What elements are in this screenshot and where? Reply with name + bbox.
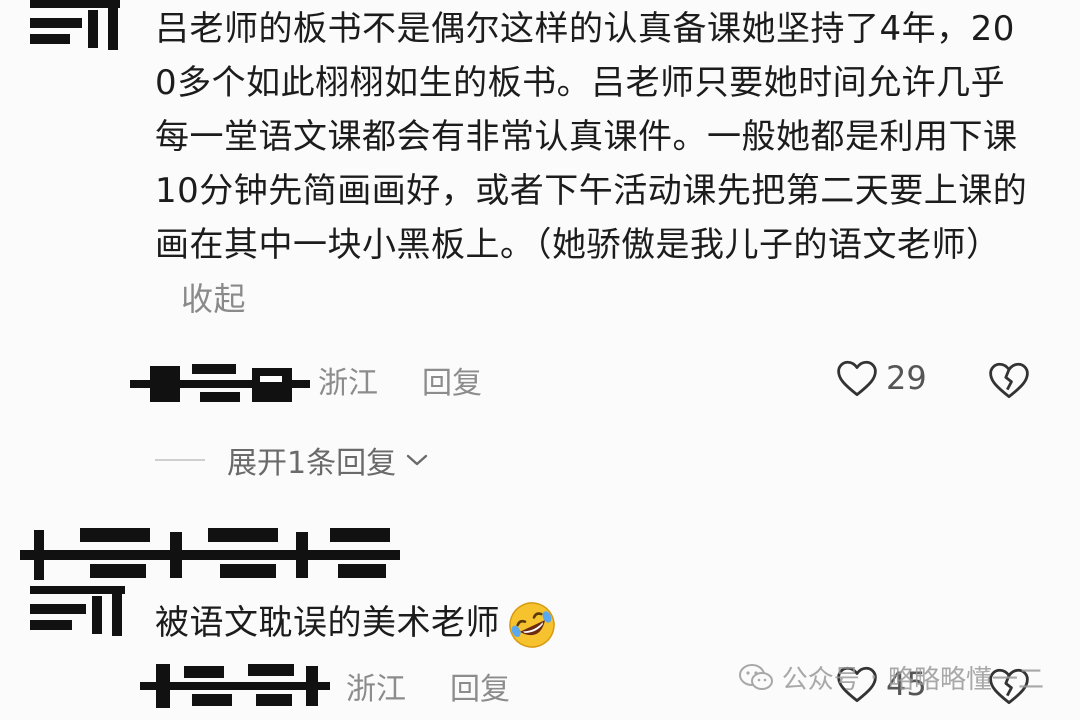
comment-2-text: 被语文耽误的美术老师	[155, 596, 1035, 651]
expand-replies-label[interactable]: 展开1条回复	[227, 438, 396, 482]
like-count: 29	[886, 359, 927, 397]
comment-1-body: 吕老师的板书不是偶尔这样的认真备课她坚持了4年，200多个如此栩栩如生的板书。吕…	[155, 9, 1028, 265]
comment-2-meta: 浙江 回复	[346, 664, 510, 708]
redacted-avatar	[30, 0, 120, 50]
rofl-emoji-icon	[509, 601, 555, 648]
collapse-link[interactable]: 收起	[181, 280, 246, 318]
divider-line	[155, 459, 205, 461]
location-label: 浙江	[346, 672, 406, 707]
comment-thread: 吕老师的板书不是偶尔这样的认真备课她坚持了4年，200多个如此栩栩如生的板书。吕…	[0, 0, 1080, 720]
chevron-down-icon	[406, 454, 428, 466]
redacted-avatar	[30, 586, 125, 636]
reply-button[interactable]: 回复	[450, 664, 510, 708]
watermark-prefix: 公众号	[781, 665, 860, 695]
expand-replies[interactable]: 展开1条回复	[155, 438, 430, 482]
reply-button[interactable]: 回复	[422, 358, 482, 402]
wechat-icon	[738, 663, 773, 690]
comment-1-text: 吕老师的板书不是偶尔这样的认真备课她坚持了4年，200多个如此栩栩如生的板书。吕…	[155, 2, 1035, 326]
location-label: 浙江	[318, 366, 378, 401]
redacted-username	[140, 660, 330, 710]
watermark-name: 略略略懂一二	[887, 665, 1044, 695]
watermark: 公众号 · 略略略懂一二	[738, 659, 1044, 696]
heart-outline-icon	[837, 360, 877, 397]
comment-2-body: 被语文耽误的美术老师	[155, 603, 500, 643]
broken-heart-icon[interactable]	[988, 360, 1030, 400]
redacted-username	[20, 524, 400, 584]
like-button[interactable]: 29	[836, 358, 927, 398]
watermark-separator: ·	[869, 662, 878, 693]
comment-1-meta: 浙江 回复	[318, 358, 482, 402]
redacted-username	[130, 362, 310, 406]
